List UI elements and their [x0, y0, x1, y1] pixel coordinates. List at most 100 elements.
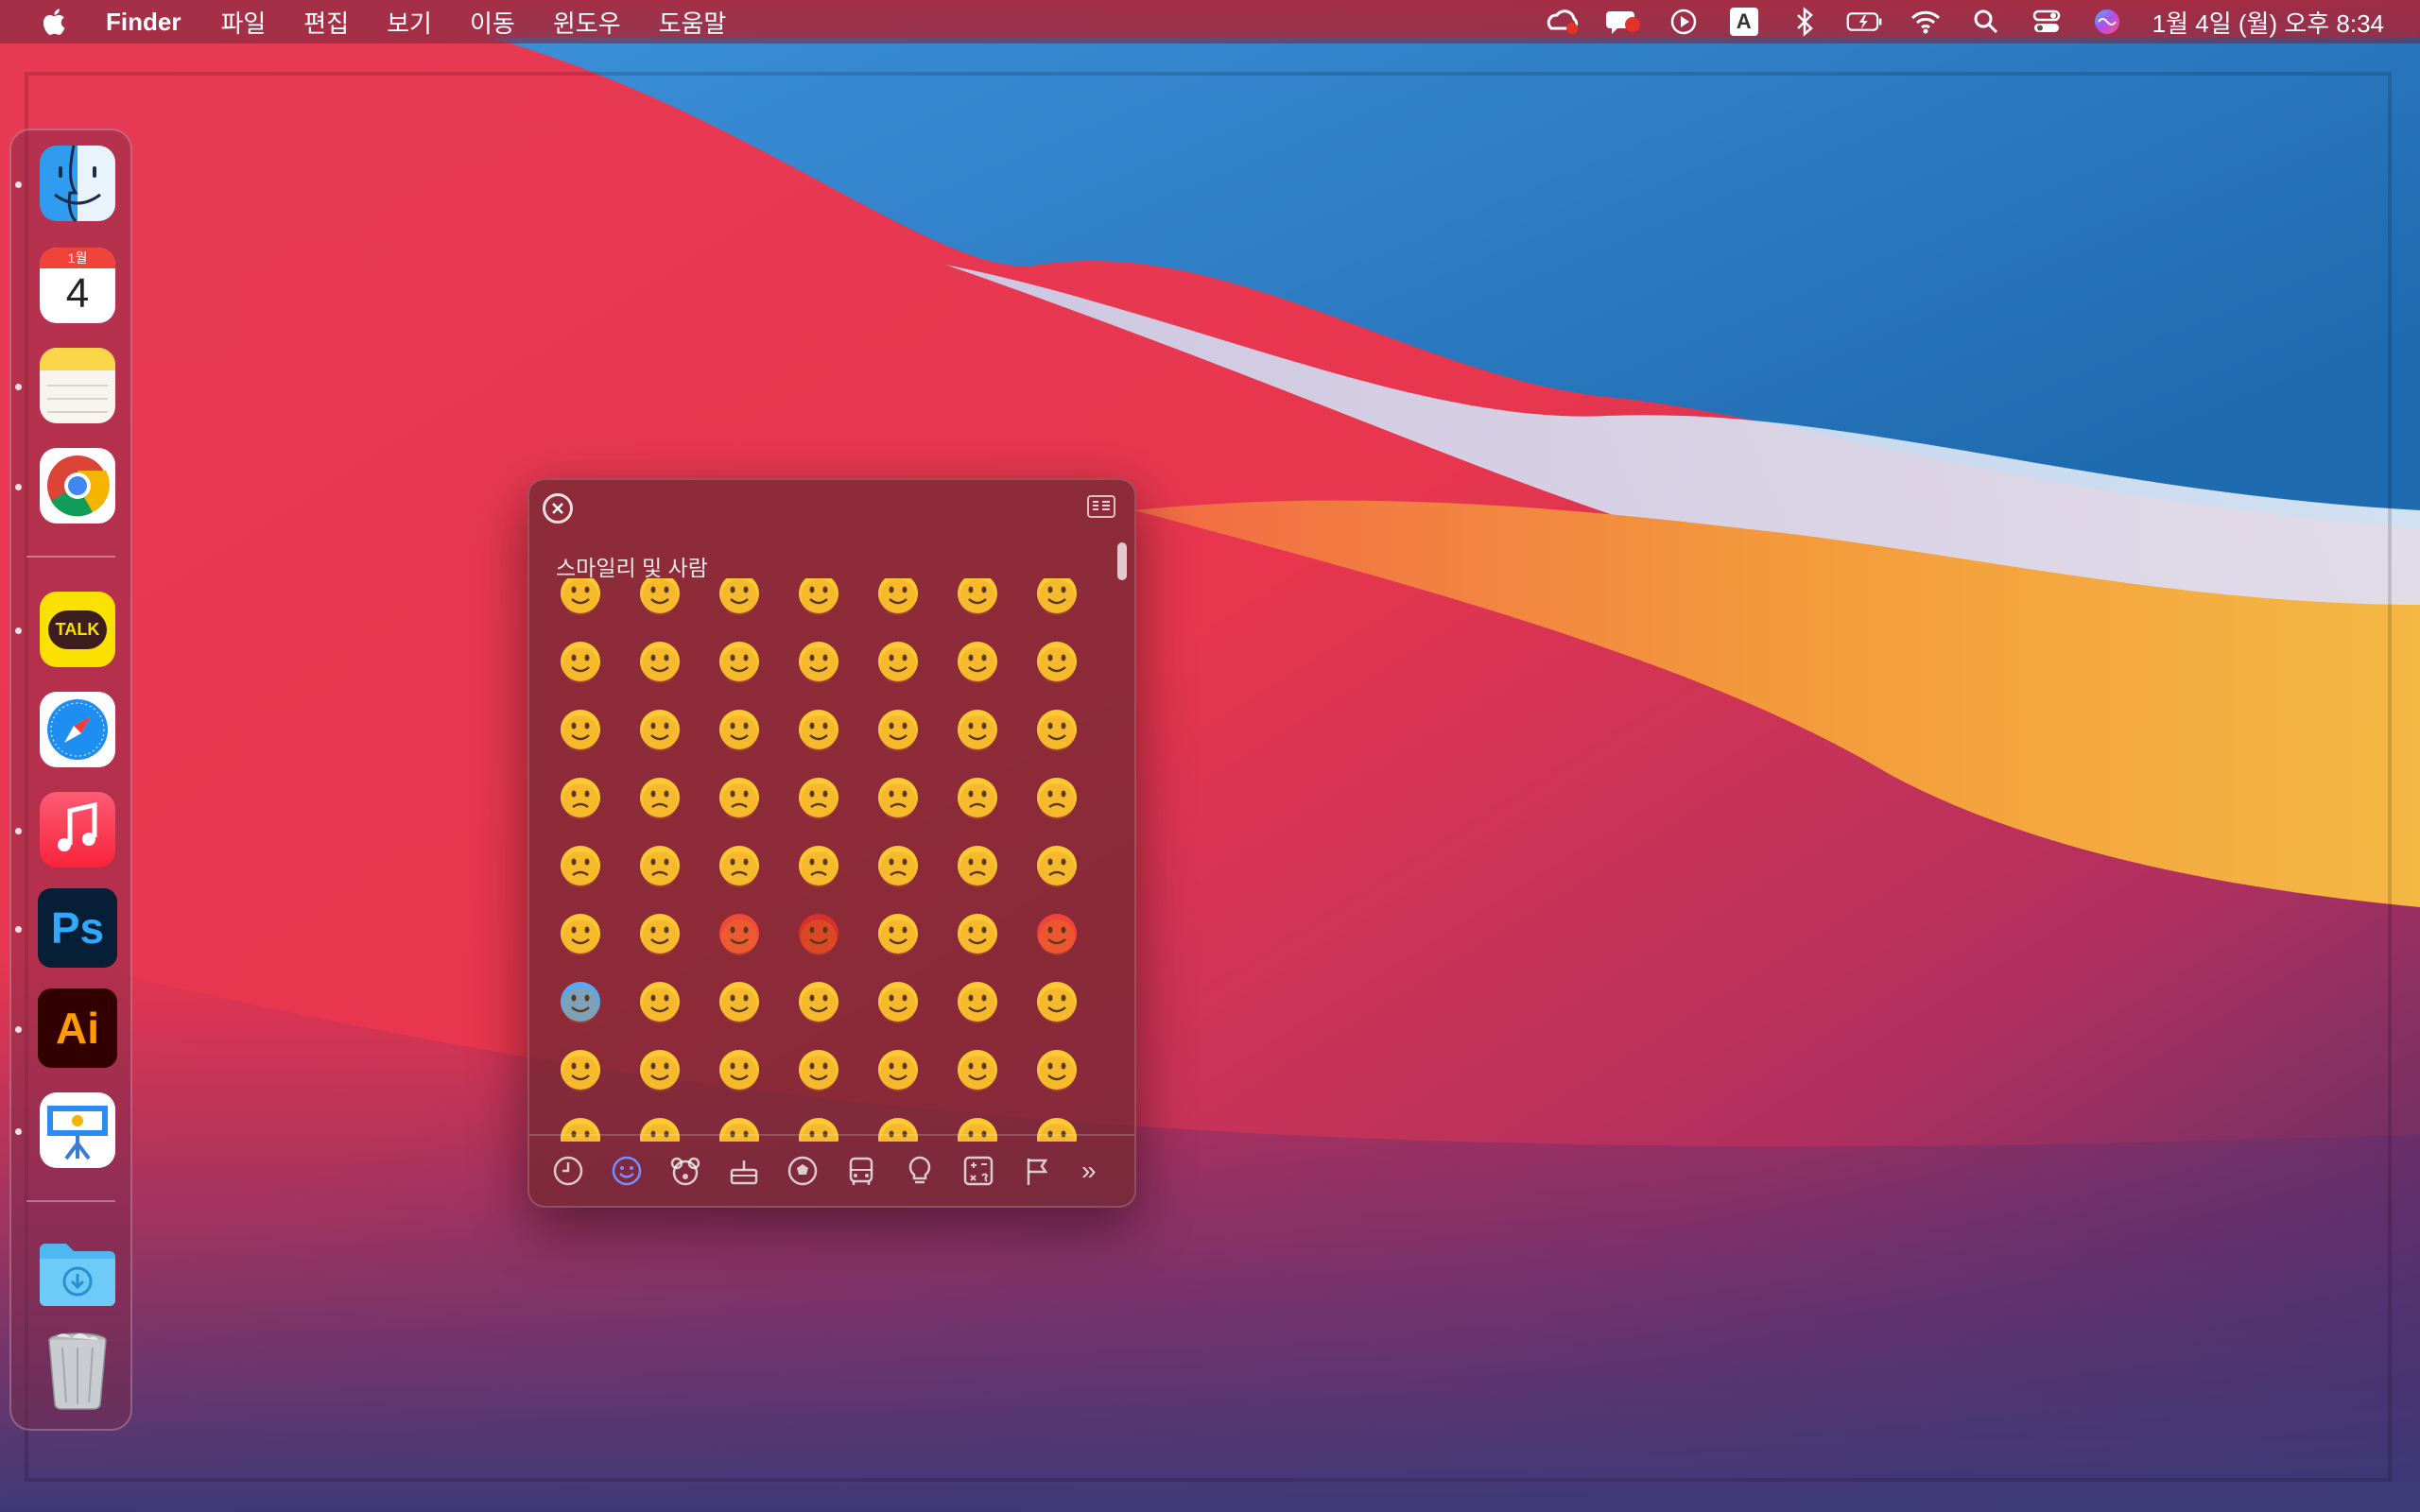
emoji-item[interactable]: [938, 900, 1017, 968]
clock-icon[interactable]: [550, 1153, 586, 1189]
emoji-item[interactable]: [938, 578, 1017, 627]
spotlight-search-icon[interactable]: [1967, 6, 2005, 38]
emoji-item[interactable]: [779, 900, 858, 968]
menu-view[interactable]: 보기: [387, 5, 432, 40]
emoji-item[interactable]: [1017, 968, 1097, 1036]
emoji-item[interactable]: [1017, 627, 1097, 696]
dock-music[interactable]: [38, 790, 117, 869]
emoji-item[interactable]: [1017, 1036, 1097, 1104]
notification-badge-icon[interactable]: [1604, 6, 1642, 38]
emoji-item[interactable]: [858, 578, 938, 627]
menu-edit[interactable]: 편집: [303, 5, 349, 40]
emoji-item[interactable]: [858, 764, 938, 832]
emoji-item[interactable]: [620, 627, 700, 696]
bluetooth-icon[interactable]: [1786, 6, 1824, 38]
emoji-item[interactable]: [779, 1036, 858, 1104]
dock-safari[interactable]: [38, 690, 117, 769]
emoji-item[interactable]: [700, 1036, 779, 1104]
emoji-item[interactable]: [779, 696, 858, 764]
emoji-item[interactable]: [938, 696, 1017, 764]
emoji-item[interactable]: [779, 627, 858, 696]
emoji-item[interactable]: [620, 968, 700, 1036]
emoji-item[interactable]: [1017, 764, 1097, 832]
symbols-icon[interactable]: [960, 1153, 996, 1189]
emoji-item[interactable]: [700, 968, 779, 1036]
siri-icon[interactable]: [2088, 6, 2126, 38]
emoji-item[interactable]: [541, 696, 620, 764]
dock-notes[interactable]: [38, 346, 117, 425]
menu-go[interactable]: 이동: [470, 5, 515, 40]
emoji-item[interactable]: [1017, 900, 1097, 968]
emoji-item[interactable]: [700, 696, 779, 764]
emoji-item[interactable]: [858, 627, 938, 696]
emoji-item[interactable]: [1017, 696, 1097, 764]
menu-window[interactable]: 윈도우: [553, 5, 621, 40]
dock-finder[interactable]: [38, 144, 117, 223]
emoji-item[interactable]: [620, 1036, 700, 1104]
emoji-scrollbar[interactable]: [1117, 542, 1127, 580]
app-name-menu[interactable]: Finder: [106, 8, 181, 37]
emoji-item[interactable]: [541, 900, 620, 968]
emoji-item[interactable]: [858, 968, 938, 1036]
emoji-item[interactable]: [938, 1036, 1017, 1104]
menubar-clock[interactable]: 1월 4일 (월) 오후 8:34: [2152, 5, 2384, 40]
emoji-item[interactable]: [858, 696, 938, 764]
dock-chrome[interactable]: [38, 446, 117, 525]
emoji-item[interactable]: [541, 968, 620, 1036]
bus-icon[interactable]: [843, 1153, 879, 1189]
emoji-item[interactable]: [700, 764, 779, 832]
flag-icon[interactable]: [1019, 1153, 1055, 1189]
emoji-item[interactable]: [700, 627, 779, 696]
play-icon[interactable]: [1665, 6, 1703, 38]
emoji-item[interactable]: [541, 578, 620, 627]
dock-photoshop[interactable]: Ps: [38, 888, 117, 968]
emoji-item[interactable]: [541, 627, 620, 696]
emoji-item[interactable]: [858, 900, 938, 968]
emoji-item[interactable]: [1017, 578, 1097, 627]
wifi-icon[interactable]: [1907, 6, 1945, 38]
dock-keynote[interactable]: [38, 1091, 117, 1170]
lightbulb-icon[interactable]: [902, 1153, 938, 1189]
emoji-item[interactable]: [779, 578, 858, 627]
more-categories-chevron[interactable]: »: [1081, 1156, 1097, 1186]
dock-illustrator[interactable]: Ai: [38, 988, 117, 1068]
emoji-item[interactable]: [541, 832, 620, 900]
soccer-ball-icon[interactable]: [785, 1153, 821, 1189]
smiley-icon[interactable]: [609, 1153, 645, 1189]
emoji-item[interactable]: [620, 578, 700, 627]
menu-file[interactable]: 파일: [220, 5, 266, 40]
close-icon[interactable]: [543, 493, 573, 524]
emoji-item[interactable]: [541, 1036, 620, 1104]
dock-downloads[interactable]: [38, 1232, 117, 1312]
emoji-item[interactable]: [1017, 832, 1097, 900]
emoji-item[interactable]: [779, 764, 858, 832]
apple-logo-icon[interactable]: [38, 5, 72, 39]
emoji-item[interactable]: [700, 578, 779, 627]
emoji-item[interactable]: [700, 832, 779, 900]
battery-charging-icon[interactable]: [1846, 6, 1884, 38]
emoji-item[interactable]: [541, 764, 620, 832]
dock-kakaotalk[interactable]: TALK: [38, 590, 117, 669]
input-source-A-icon[interactable]: A: [1725, 6, 1763, 38]
dock-trash[interactable]: [38, 1327, 117, 1410]
creative-cloud-icon[interactable]: [1544, 6, 1582, 38]
bear-icon[interactable]: [667, 1153, 703, 1189]
emoji-item[interactable]: [858, 832, 938, 900]
dock-calendar[interactable]: 1월 4: [38, 246, 117, 325]
emoji-item[interactable]: [620, 900, 700, 968]
emoji-item[interactable]: [779, 832, 858, 900]
menu-help[interactable]: 도움말: [659, 5, 727, 40]
emoji-item[interactable]: [938, 832, 1017, 900]
emoji-item[interactable]: [700, 900, 779, 968]
emoji-item[interactable]: [938, 627, 1017, 696]
emoji-item[interactable]: [858, 1036, 938, 1104]
emoji-item[interactable]: [938, 968, 1017, 1036]
emoji-item[interactable]: [620, 764, 700, 832]
cake-icon[interactable]: [726, 1153, 762, 1189]
character-viewer-toggle-icon[interactable]: [1087, 495, 1115, 518]
emoji-item[interactable]: [779, 968, 858, 1036]
control-center-icon[interactable]: [2028, 6, 2066, 38]
emoji-item[interactable]: [620, 832, 700, 900]
emoji-item[interactable]: [620, 696, 700, 764]
emoji-item[interactable]: [938, 764, 1017, 832]
